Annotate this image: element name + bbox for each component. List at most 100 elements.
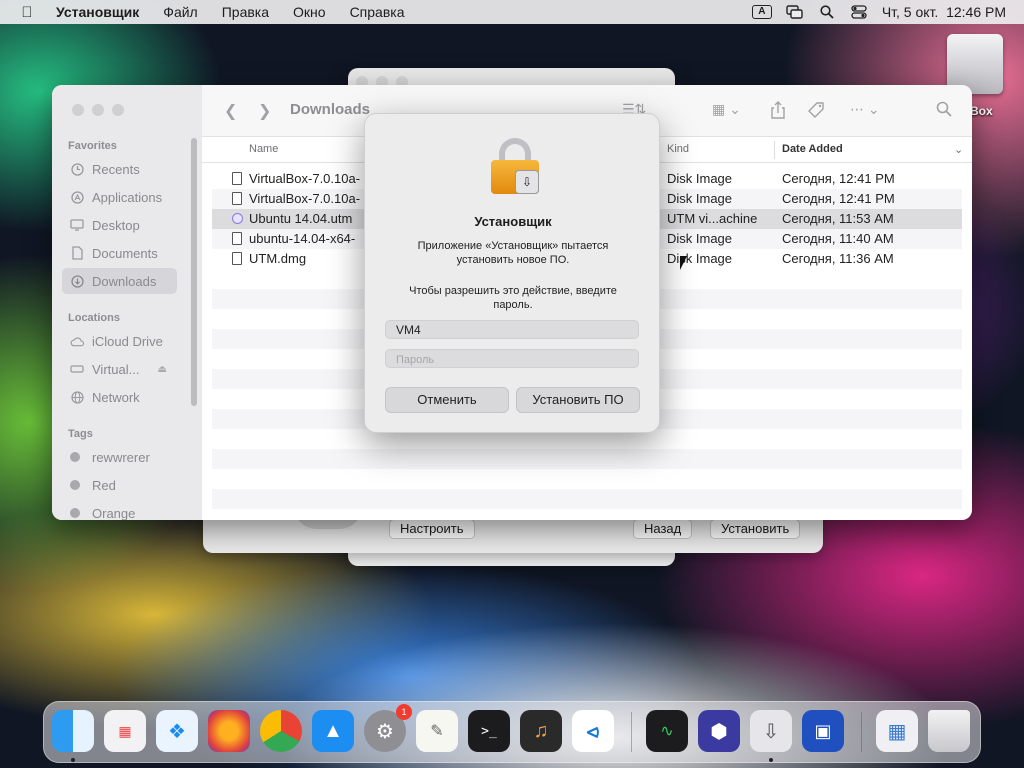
menu-file[interactable]: Файл <box>163 4 197 20</box>
cancel-button[interactable]: Отменить <box>385 387 509 413</box>
installer-window: Настроить Назад Установить <box>203 505 823 553</box>
tag-dot-icon <box>70 452 80 462</box>
password-field[interactable] <box>385 349 639 368</box>
back-button[interactable]: Назад <box>633 519 693 539</box>
eject-icon[interactable]: ⏏ <box>158 364 167 375</box>
desktop-icon-label: Box <box>970 104 993 118</box>
customize-button[interactable]: Настроить <box>389 519 475 539</box>
file-name: UTM.dmg <box>249 251 307 266</box>
menu-help[interactable]: Справка <box>350 4 405 20</box>
sidebar-tag-rewwrerer[interactable]: rewwrerer <box>62 444 177 470</box>
sidebar-item-recents[interactable]: Recents <box>62 156 177 182</box>
tag-icon[interactable] <box>808 101 826 124</box>
column-divider <box>774 141 775 159</box>
share-icon[interactable] <box>770 101 786 124</box>
system-settings-icon[interactable]: ⚙ 1 <box>364 704 412 752</box>
sidebar-item-label: Red <box>92 477 116 493</box>
control-center-icon[interactable] <box>850 5 868 19</box>
column-name[interactable]: Name <box>249 143 278 155</box>
file-date: Сегодня, 11:40 AM <box>782 231 894 246</box>
dialog-title: Установщик <box>474 214 552 229</box>
zoom-icon[interactable] <box>112 104 124 116</box>
sidebar-item-icloud[interactable]: iCloud Drive <box>62 328 177 354</box>
sidebar-scrollbar[interactable] <box>191 138 197 406</box>
install-button[interactable]: Установить <box>710 519 801 539</box>
clock[interactable]: Чт, 5 окт. 12:46 PM <box>882 4 1006 20</box>
column-date-added[interactable]: Date Added <box>782 143 843 155</box>
more-actions-icon[interactable]: ⋯ ⌄ <box>850 101 880 118</box>
app-store-icon[interactable]: ▲ <box>312 710 354 752</box>
clock-icon <box>70 162 84 176</box>
tag-dot-icon <box>70 480 80 490</box>
utm-app-icon[interactable]: ⬢ <box>698 710 740 752</box>
window-controls <box>72 104 124 116</box>
file-kind: UTM vi...achine <box>667 211 758 226</box>
column-kind[interactable]: Kind <box>667 143 689 155</box>
sidebar-item-desktop[interactable]: Desktop <box>62 212 177 238</box>
sidebar-item-label: Orange <box>92 505 136 521</box>
dmg-file-icon <box>232 172 242 185</box>
window-title: Downloads <box>290 101 371 118</box>
favorites-header: Favorites <box>68 140 117 152</box>
locations-header: Locations <box>68 312 120 324</box>
sidebar-item-applications[interactable]: Applications <box>62 184 177 210</box>
textedit-app-icon[interactable]: ✎ <box>416 710 458 752</box>
back-chevron-icon[interactable]: ❮ <box>224 101 237 121</box>
menu-app-name[interactable]: Установщик <box>56 4 139 20</box>
keyboard-input-icon[interactable]: A <box>751 5 772 19</box>
running-indicator <box>71 758 75 762</box>
sidebar-item-network[interactable]: Network <box>62 384 177 410</box>
sidebar-tag-red[interactable]: Red <box>62 472 177 498</box>
apple-menu-icon[interactable]:  <box>10 4 44 21</box>
vscode-app-icon[interactable]: ⪦ <box>572 710 614 752</box>
minimize-icon[interactable] <box>92 104 104 116</box>
install-software-button[interactable]: Установить ПО <box>516 387 640 413</box>
downloads-stack-icon[interactable]: ▦ <box>876 710 918 752</box>
file-name: VirtualBox-7.0.10a- <box>249 191 361 206</box>
trash-icon[interactable] <box>928 710 970 752</box>
file-kind: Disk Image <box>667 191 733 206</box>
dmg-file-icon <box>232 192 242 205</box>
sidebar-item-virtualbox-disk[interactable]: Virtual... ⏏ <box>62 356 177 382</box>
search-icon[interactable] <box>818 5 836 19</box>
screen-mirroring-icon[interactable] <box>786 5 804 19</box>
safari-app-icon[interactable]: ❖ <box>156 710 198 752</box>
mouse-cursor-icon <box>680 256 687 270</box>
notification-badge: 1 <box>396 704 412 720</box>
auth-dialog: ⇩ Установщик Приложение «Установщик» пыт… <box>364 113 660 433</box>
sidebar-item-documents[interactable]: Documents <box>62 240 177 266</box>
grid-view-icon[interactable]: ▦ ⌄ <box>712 101 741 118</box>
download-icon <box>70 274 84 288</box>
sidebar-item-label: Virtual... <box>92 361 140 377</box>
sidebar-tag-orange[interactable]: Orange <box>62 500 177 520</box>
dock: ▦ ❖ ▲ ⚙ 1 ✎ >_ ♫ ⪦ ∿ ⬢ ⇩ ▣ ▦ <box>43 701 981 763</box>
finder-app-icon[interactable] <box>52 710 94 752</box>
firefox-app-icon[interactable] <box>208 710 250 752</box>
desktop-icon <box>70 218 84 232</box>
applications-icon <box>70 190 84 204</box>
search-icon[interactable] <box>936 101 952 122</box>
sidebar-item-downloads[interactable]: Downloads <box>62 268 177 294</box>
file-date: Сегодня, 11:36 AM <box>782 251 894 266</box>
activity-monitor-icon[interactable]: ∿ <box>646 710 688 752</box>
username-field[interactable] <box>385 320 639 339</box>
finder-sidebar: Favorites Recents Applications Desktop D… <box>52 85 202 520</box>
installer-app-icon[interactable]: ⇩ <box>750 710 792 752</box>
forward-chevron-icon[interactable]: ❯ <box>258 101 271 121</box>
file-name: Ubuntu 14.04.utm <box>249 211 353 226</box>
sidebar-item-label: Desktop <box>92 217 140 233</box>
sidebar-item-label: rewwrerer <box>92 449 150 465</box>
sort-chevron-icon[interactable]: ⌄ <box>954 143 963 156</box>
installer-package-icon: ⇩ <box>515 170 539 194</box>
chrome-app-icon[interactable] <box>260 710 302 752</box>
menu-window[interactable]: Окно <box>293 4 326 20</box>
virtualbox-app-icon[interactable]: ▣ <box>802 710 844 752</box>
terminal-app-icon[interactable]: >_ <box>468 710 510 752</box>
launchpad-app-icon[interactable]: ▦ <box>104 710 146 752</box>
menu-edit[interactable]: Правка <box>222 4 269 20</box>
garageband-app-icon[interactable]: ♫ <box>520 710 562 752</box>
sidebar-item-label: Applications <box>92 189 163 205</box>
close-icon[interactable] <box>72 104 84 116</box>
menu-bar:  Установщик Файл Правка Окно Справка A … <box>0 0 1024 24</box>
running-indicator <box>769 758 773 762</box>
